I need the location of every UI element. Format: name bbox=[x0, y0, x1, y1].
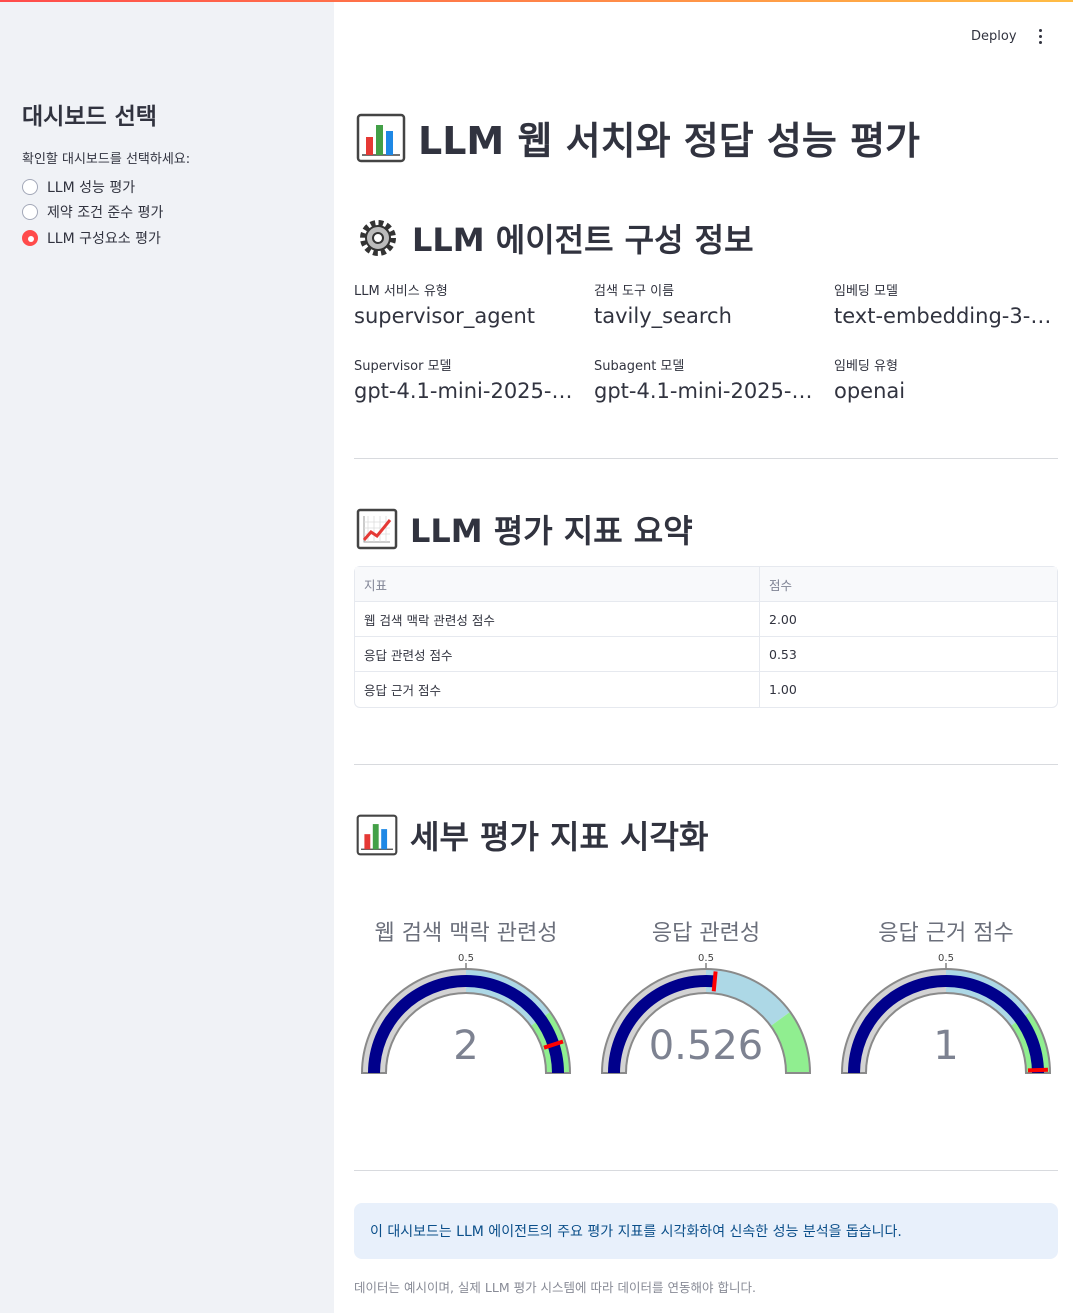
divider bbox=[354, 458, 1058, 459]
metric-label: Supervisor 모델 bbox=[354, 359, 452, 374]
metric-label: 임베딩 모델 bbox=[834, 284, 898, 299]
metric-label: Subagent 모델 bbox=[594, 359, 685, 374]
gauge-chart[interactable]: 0.51 bbox=[831, 949, 1061, 1089]
gauge-web-context-relevance: 웹 검색 맥락 관련성 0.5 2 bbox=[351, 905, 581, 1095]
gauge-value-label: 2 bbox=[453, 1023, 478, 1069]
page-title-text: LLM 웹 서치와 정답 성능 평가 bbox=[418, 119, 920, 163]
metric-llm-service-type: LLM 서비스 유형 supervisor_agent bbox=[354, 280, 579, 328]
viz-heading-text: 세부 평가 지표 시각화 bbox=[410, 818, 709, 856]
bar-chart-icon bbox=[356, 113, 406, 162]
metric-label: 임베딩 유형 bbox=[834, 359, 898, 374]
caption-text: 데이터는 예시이며, 실제 LLM 평가 시스템에 따라 데이터를 연동해야 합… bbox=[354, 1280, 756, 1295]
metric-embedding-type: 임베딩 유형 openai bbox=[834, 355, 1059, 403]
metric-label: LLM 서비스 유형 bbox=[354, 284, 448, 299]
info-alert-text: 이 대시보드는 LLM 에이전트의 주요 평가 지표를 시각화하여 신속한 성능… bbox=[370, 1224, 902, 1240]
metric-embedding-model: 임베딩 모델 text-embedding-3-s... bbox=[834, 280, 1059, 328]
table-cell[interactable]: 2.00 bbox=[760, 602, 1057, 637]
metric-value: text-embedding-3-s... bbox=[834, 304, 1059, 328]
top-decoration-bar bbox=[0, 0, 1073, 2]
app-header bbox=[334, 0, 1073, 60]
divider bbox=[354, 1170, 1058, 1171]
gauge-answer-relevance: 응답 관련성 0.5 0.526 bbox=[591, 905, 821, 1095]
metric-value: openai bbox=[834, 379, 906, 403]
radio-option-constraint-compliance[interactable]: 제약 조건 준수 평가 bbox=[22, 202, 163, 222]
table-cell[interactable]: 1.00 bbox=[760, 672, 1057, 707]
metric-value: tavily_search bbox=[594, 304, 732, 328]
config-heading-text: LLM 에이전트 구성 정보 bbox=[412, 221, 754, 259]
sidebar-title: 대시보드 선택 bbox=[22, 104, 157, 130]
gauge-chart[interactable]: 0.52 bbox=[351, 949, 581, 1089]
table-row: 웹 검색 맥락 관련성 점수 2.00 bbox=[355, 602, 1057, 637]
summary-heading-text: LLM 평가 지표 요약 bbox=[410, 512, 693, 550]
sidebar: 대시보드 선택 확인할 대시보드를 선택하세요: LLM 성능 평가 제약 조건… bbox=[0, 0, 334, 1313]
table-cell[interactable]: 0.53 bbox=[760, 637, 1057, 672]
column-header-metric[interactable]: 지표 bbox=[355, 567, 760, 602]
metric-value: supervisor_agent bbox=[354, 304, 535, 328]
gear-icon bbox=[360, 220, 396, 256]
gauge-answer-groundedness: 응답 근거 점수 0.5 1 bbox=[831, 905, 1061, 1095]
metric-value: gpt-4.1-mini-2025-0... bbox=[594, 379, 819, 403]
info-alert: 이 대시보드는 LLM 에이전트의 주요 평가 지표를 시각화하여 신속한 성능… bbox=[354, 1203, 1058, 1259]
gauge-value-label: 0.526 bbox=[649, 1023, 764, 1069]
gauge-tick-label: 0.5 bbox=[938, 953, 954, 964]
gauge-title: 응답 관련성 bbox=[651, 921, 761, 946]
gauge-tick-label: 0.5 bbox=[698, 953, 714, 964]
gauge-threshold-marker bbox=[1027, 1067, 1049, 1073]
radio-selected-icon[interactable] bbox=[22, 230, 38, 246]
table-header-row: 지표 점수 bbox=[355, 567, 1057, 602]
radio-option-llm-performance[interactable]: LLM 성능 평가 bbox=[22, 177, 135, 197]
viz-heading: 세부 평가 지표 시각화 bbox=[356, 812, 708, 858]
radio-option-label: LLM 성능 평가 bbox=[47, 180, 136, 196]
table-cell[interactable]: 웹 검색 맥락 관련성 점수 bbox=[355, 602, 760, 637]
page-title: LLM 웹 서치와 정답 성능 평가 bbox=[356, 110, 920, 165]
radio-group-label: 확인할 대시보드를 선택하세요: bbox=[22, 152, 191, 167]
gauge-value-label: 1 bbox=[933, 1023, 958, 1069]
table-row: 응답 근거 점수 1.00 bbox=[355, 672, 1057, 707]
metric-search-tool-name: 검색 도구 이름 tavily_search bbox=[594, 280, 819, 328]
radio-option-label: 제약 조건 준수 평가 bbox=[47, 205, 164, 221]
radio-circle-icon[interactable] bbox=[22, 179, 38, 195]
radio-circle-icon[interactable] bbox=[22, 204, 38, 220]
gauge-tick-label: 0.5 bbox=[458, 953, 474, 964]
metric-label: 검색 도구 이름 bbox=[594, 284, 675, 299]
summary-heading: LLM 평가 지표 요약 bbox=[356, 506, 693, 552]
radio-option-component-eval[interactable]: LLM 구성요소 평가 bbox=[22, 228, 161, 248]
kebab-dot-icon bbox=[1038, 28, 1042, 32]
kebab-dot-icon bbox=[1038, 34, 1042, 38]
radio-option-label: LLM 구성요소 평가 bbox=[47, 231, 161, 247]
gauge-chart[interactable]: 0.5 0.526 bbox=[591, 949, 821, 1089]
main-menu-button[interactable] bbox=[1030, 24, 1050, 48]
metric-value: gpt-4.1-mini-2025-0... bbox=[354, 379, 579, 403]
gauge-title: 응답 근거 점수 bbox=[878, 921, 1014, 946]
config-heading: LLM 에이전트 구성 정보 bbox=[356, 215, 754, 261]
gauge-threshold-marker bbox=[711, 971, 718, 992]
gauge-title: 웹 검색 맥락 관련성 bbox=[374, 921, 558, 946]
trend-chart-icon bbox=[356, 508, 398, 550]
table-cell[interactable]: 응답 관련성 점수 bbox=[355, 637, 760, 672]
table-row: 응답 관련성 점수 0.53 bbox=[355, 637, 1057, 672]
metric-subagent-model: Subagent 모델 gpt-4.1-mini-2025-0... bbox=[594, 355, 819, 403]
deploy-button[interactable]: Deploy bbox=[965, 27, 1023, 46]
column-header-score[interactable]: 점수 bbox=[760, 567, 1057, 602]
divider bbox=[354, 764, 1058, 765]
table-cell[interactable]: 응답 근거 점수 bbox=[355, 672, 760, 707]
bar-chart-icon bbox=[356, 814, 398, 856]
metrics-summary-table[interactable]: 지표 점수 웹 검색 맥락 관련성 점수 2.00 응답 관련성 점수 0.53… bbox=[354, 566, 1058, 708]
kebab-dot-icon bbox=[1038, 40, 1042, 44]
metric-supervisor-model: Supervisor 모델 gpt-4.1-mini-2025-0... bbox=[354, 355, 579, 403]
